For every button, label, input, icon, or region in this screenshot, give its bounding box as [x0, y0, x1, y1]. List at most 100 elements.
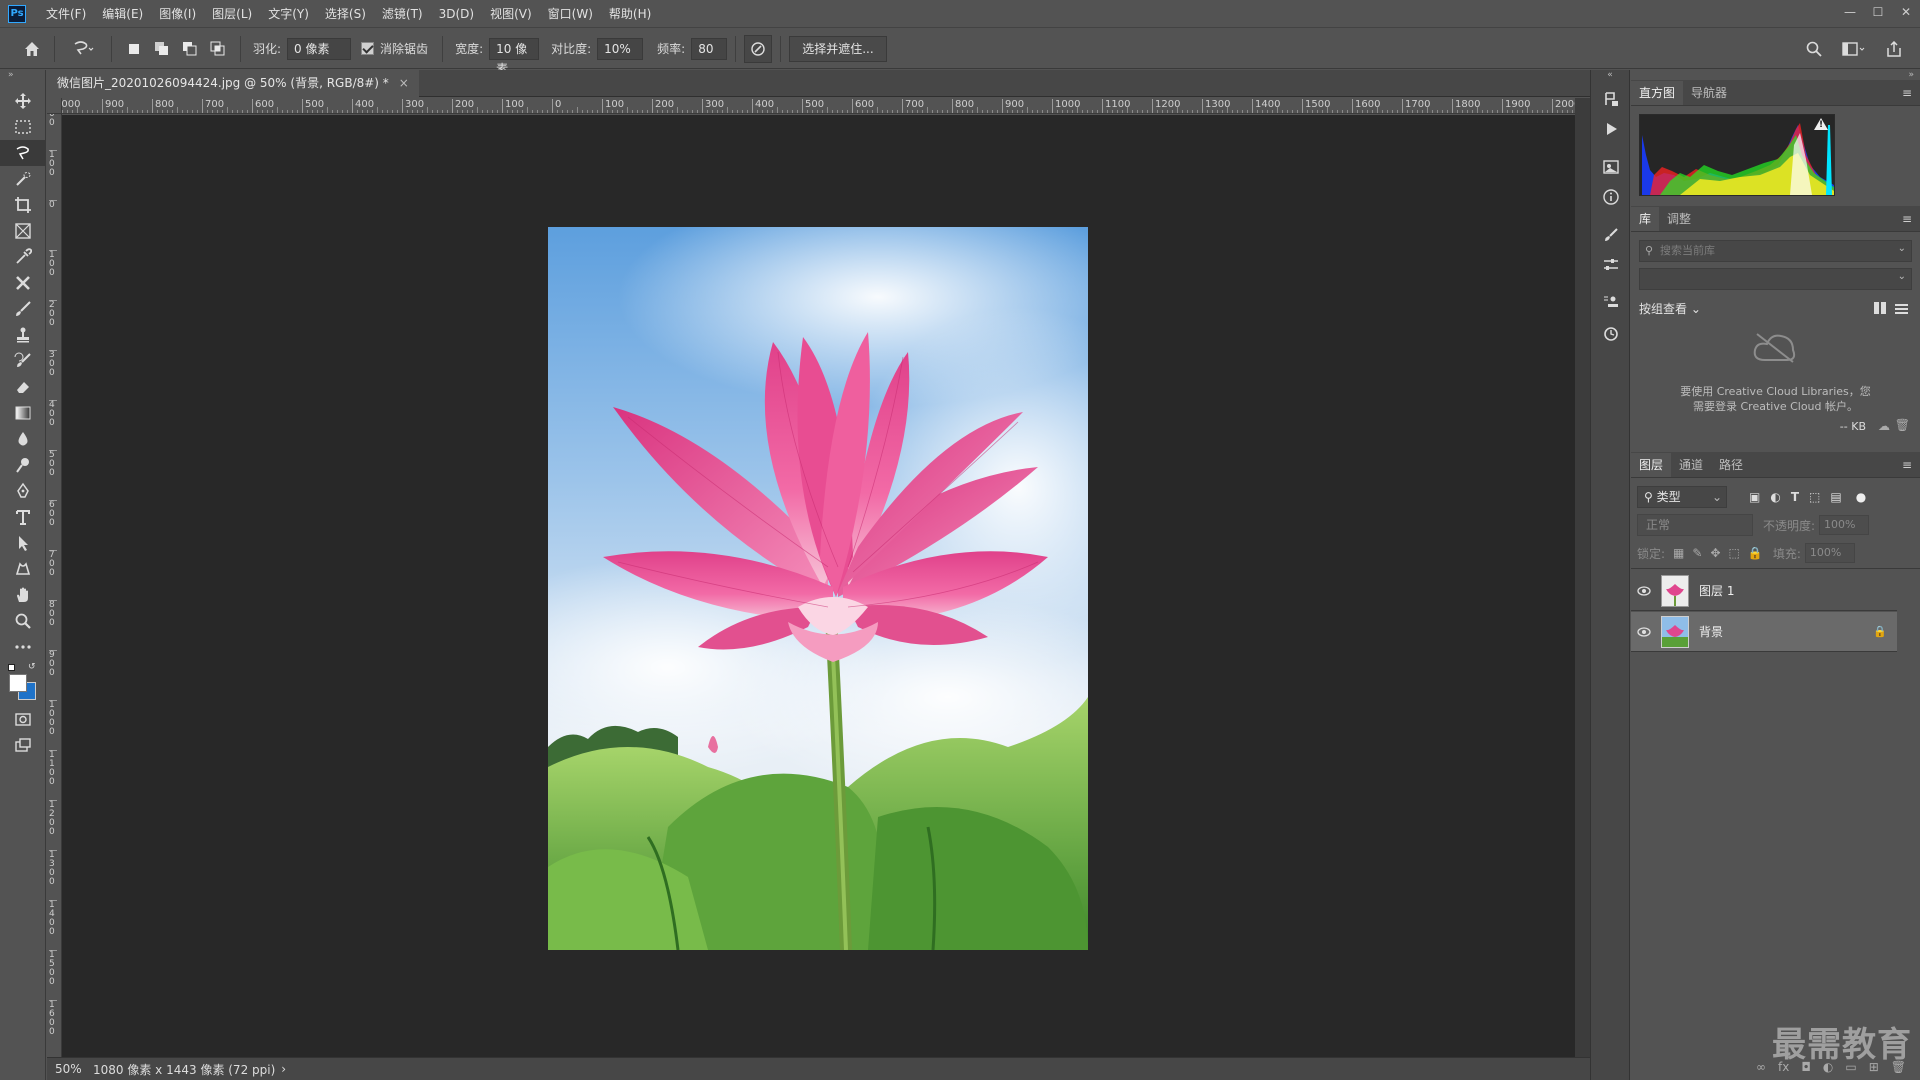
filter-type-icon[interactable]: T [1791, 490, 1799, 504]
tab-adjustments[interactable]: 调整 [1659, 207, 1699, 231]
antialias-checkbox[interactable] [361, 42, 375, 55]
default-colors-icon[interactable] [8, 664, 15, 671]
menu-item[interactable]: 帮助(H) [601, 0, 659, 28]
filter-toggle-icon[interactable]: ● [1856, 490, 1866, 504]
tab-navigator[interactable]: 导航器 [1683, 81, 1735, 105]
screen-mode-icon[interactable] [0, 732, 46, 758]
filter-kind-select[interactable]: ⚲ 类型 ⌄ [1637, 486, 1727, 508]
visibility-eye-icon[interactable] [1631, 626, 1657, 637]
history-brush-tool-icon[interactable] [0, 348, 46, 374]
opacity-input[interactable]: 100% [1819, 515, 1870, 535]
fill-input[interactable]: 100% [1804, 543, 1855, 563]
filter-pixel-icon[interactable]: ▣ [1749, 490, 1760, 504]
swap-colors-icon[interactable]: ↺ [28, 662, 36, 672]
contrast-input[interactable]: 10% [597, 37, 644, 60]
blur-tool-icon[interactable] [0, 426, 46, 452]
panel-menu-icon[interactable]: ≡ [1902, 212, 1912, 226]
collapse-panels-icon[interactable]: » [1908, 70, 1914, 80]
layer-name[interactable]: 图层 1 [1699, 582, 1734, 599]
quick-selection-tool-icon[interactable] [0, 166, 46, 192]
menu-item[interactable]: 图层(L) [204, 0, 260, 28]
menu-item[interactable]: 选择(S) [317, 0, 374, 28]
subtract-selection-icon[interactable] [176, 35, 204, 63]
trash-icon[interactable]: 🗑 [1895, 418, 1910, 432]
lasso-tool-icon[interactable] [0, 140, 46, 166]
share-icon[interactable] [1880, 35, 1908, 63]
close-button[interactable]: ✕ [1892, 0, 1920, 24]
maximize-button[interactable]: ☐ [1864, 0, 1892, 24]
lock-artboard-icon[interactable]: ⬚ [1729, 546, 1740, 560]
layer-lock-icon[interactable]: 🔒 [1873, 625, 1887, 638]
feather-input[interactable]: 0 像素 [287, 37, 352, 60]
panel-menu-icon[interactable]: ≡ [1902, 86, 1912, 100]
library-select-chevron-icon[interactable]: ⌄ [1898, 271, 1906, 282]
hand-tool-icon[interactable] [0, 582, 46, 608]
menu-item[interactable]: 文字(Y) [260, 0, 317, 28]
eyedropper-tool-icon[interactable] [0, 244, 46, 270]
dodge-tool-icon[interactable] [0, 452, 46, 478]
menu-item[interactable]: 视图(V) [482, 0, 540, 28]
blend-mode-select[interactable]: 正常 [1637, 514, 1753, 536]
add-selection-icon[interactable] [148, 35, 176, 63]
pen-tool-icon[interactable] [0, 478, 46, 504]
filter-adjustment-icon[interactable]: ◐ [1770, 490, 1780, 504]
tab-histogram[interactable]: 直方图 [1631, 81, 1684, 105]
zoom-level[interactable]: 50% [47, 1062, 87, 1076]
properties-panel-icon[interactable] [1591, 152, 1631, 182]
menu-item[interactable]: 图像(I) [151, 0, 204, 28]
menu-item[interactable]: 滤镜(T) [374, 0, 431, 28]
healing-brush-tool-icon[interactable] [0, 270, 46, 296]
collapse-strip-icon[interactable]: « [1591, 70, 1629, 80]
tab-channels[interactable]: 通道 [1671, 453, 1711, 477]
clone-stamp-tool-icon[interactable] [0, 322, 46, 348]
menu-item[interactable]: 窗口(W) [540, 0, 601, 28]
brush-settings-icon[interactable] [1591, 220, 1631, 250]
tab-paths[interactable]: 路径 [1711, 453, 1751, 477]
visibility-eye-icon[interactable] [1631, 585, 1657, 596]
clone-source-icon[interactable] [1591, 288, 1631, 318]
workspace-icon[interactable] [1836, 35, 1872, 63]
home-icon[interactable] [18, 35, 46, 63]
app-logo[interactable]: Ps [8, 4, 26, 23]
frequency-input[interactable]: 80 [691, 37, 728, 60]
quick-mask-icon[interactable] [0, 706, 46, 732]
document-tab[interactable]: 微信图片_20201026094424.jpg @ 50% (背景, RGB/8… [47, 70, 419, 97]
frame-tool-icon[interactable] [0, 218, 46, 244]
tab-layers[interactable]: 图层 [1631, 453, 1672, 477]
panel-menu-icon[interactable]: ≡ [1902, 458, 1912, 472]
adjustment-sliders-icon[interactable] [1591, 250, 1631, 280]
lock-transparent-icon[interactable]: ▦ [1673, 546, 1684, 560]
list-view-icon[interactable] [1895, 302, 1908, 314]
lock-position-icon[interactable]: ✥ [1710, 546, 1720, 560]
crop-tool-icon[interactable] [0, 192, 46, 218]
type-tool-icon[interactable] [0, 504, 46, 530]
menu-item[interactable]: 文件(F) [38, 0, 94, 28]
link-layers-icon[interactable]: ∞ [1756, 1060, 1766, 1074]
marquee-tool-icon[interactable] [0, 114, 46, 140]
lock-all-icon[interactable]: 🔒 [1748, 546, 1763, 560]
layer-row[interactable]: 图层 1 [1631, 571, 1897, 611]
lotus-photo[interactable] [548, 227, 1088, 950]
brush-tool-icon[interactable] [0, 296, 46, 322]
minimize-button[interactable]: — [1836, 0, 1864, 24]
gradient-tool-icon[interactable] [0, 400, 46, 426]
new-selection-icon[interactable] [120, 35, 148, 63]
library-select[interactable] [1639, 268, 1912, 290]
select-and-mask-button[interactable]: 选择并遮住... [789, 35, 887, 62]
status-menu-arrow[interactable]: › [281, 1062, 286, 1076]
canvas-area[interactable] [62, 115, 1575, 1057]
menu-item[interactable]: 编辑(E) [94, 0, 151, 28]
path-selection-tool-icon[interactable] [0, 530, 46, 556]
expand-toolbar-icon[interactable]: » [0, 70, 45, 80]
vertical-ruler[interactable]: 2001000100200300400500600700800900100011… [47, 114, 62, 1057]
library-search-dropdown-icon[interactable]: ⌄ [1898, 243, 1906, 254]
group-view-dropdown[interactable]: 按组查看 ⌄ [1639, 300, 1701, 317]
lock-image-icon[interactable]: ✎ [1692, 546, 1702, 560]
info-panel-icon[interactable] [1591, 182, 1631, 212]
tab-libraries[interactable]: 库 [1631, 207, 1660, 231]
actions-panel-icon[interactable] [1591, 114, 1631, 144]
filter-shape-icon[interactable]: ⬚ [1809, 490, 1820, 504]
layer-name[interactable]: 背景 [1699, 623, 1723, 640]
search-icon[interactable] [1800, 35, 1828, 63]
zoom-tool-icon[interactable] [0, 608, 46, 634]
